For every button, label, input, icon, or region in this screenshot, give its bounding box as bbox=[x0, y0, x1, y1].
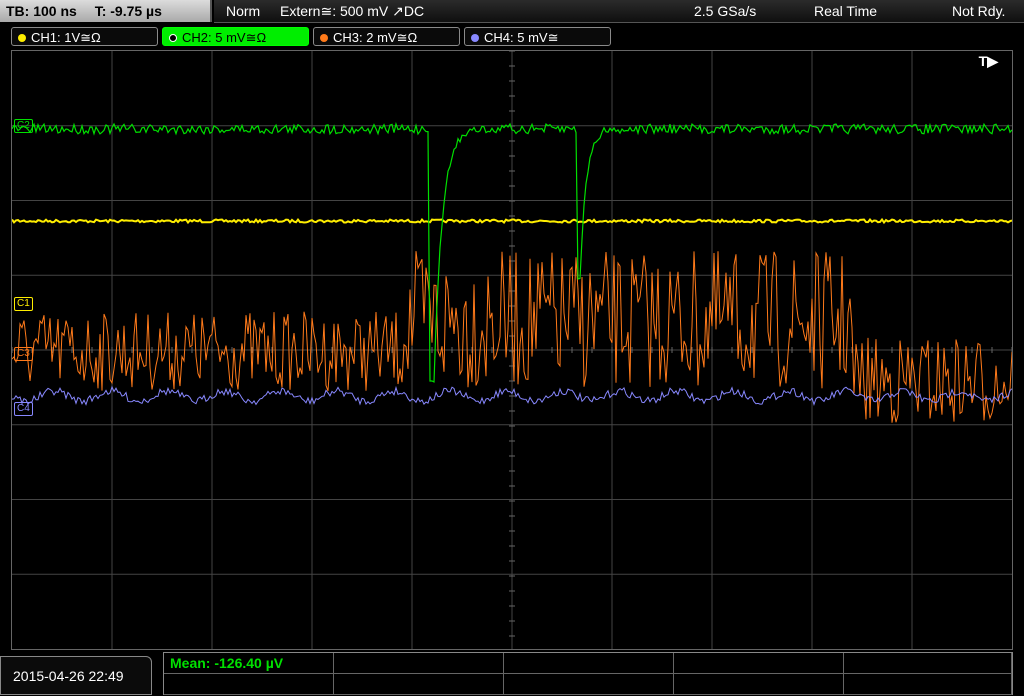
channel-2-dot-icon bbox=[169, 33, 177, 42]
mean-measurement[interactable]: Mean: -126.40 µV bbox=[164, 653, 334, 674]
channel-4-button[interactable]: CH4: 5 mV≅ bbox=[464, 27, 611, 46]
measurement-slot[interactable] bbox=[504, 653, 674, 674]
trigger-time-label: T: -9.75 µs bbox=[94, 3, 162, 19]
waveform-canvas bbox=[12, 51, 1012, 649]
measurement-panel[interactable]: Mean: -126.40 µV bbox=[163, 652, 1013, 695]
channel-4-dot-icon bbox=[471, 33, 479, 42]
channel-3-marker[interactable]: C3 bbox=[14, 347, 33, 361]
trigger-position-icon: T▶ bbox=[978, 53, 998, 69]
date-time: 2015-04-26 22:49 bbox=[0, 656, 152, 695]
bottom-bar: 2015-04-26 22:49 Mean: -126.40 µV bbox=[0, 652, 1024, 695]
measurement-slot[interactable] bbox=[674, 653, 844, 674]
top-bar: TB: 100 ns T: -9.75 µs Norm Extern≅: 500… bbox=[0, 0, 1024, 24]
acquisition-mode[interactable]: Real Time bbox=[814, 3, 877, 19]
measurement-slot[interactable] bbox=[334, 653, 504, 674]
timebase-label: TB: 100 ns bbox=[6, 3, 77, 19]
channel-bar: CH1: 1V≅Ω CH2: 5 mV≅Ω CH3: 2 mV≅Ω CH4: 5… bbox=[0, 26, 1024, 48]
trigger-source[interactable]: Extern≅: 500 mV ↗DC bbox=[280, 3, 424, 20]
channel-2-label: CH2: 5 mV≅Ω bbox=[182, 30, 267, 45]
channel-1-label: CH1: 1V≅Ω bbox=[31, 30, 101, 45]
channel-1-marker[interactable]: C1 bbox=[14, 297, 33, 311]
measurement-slot[interactable] bbox=[334, 674, 504, 695]
measurement-slot[interactable] bbox=[164, 674, 334, 695]
measurement-slot[interactable] bbox=[844, 653, 1012, 674]
channel-2-button[interactable]: CH2: 5 mV≅Ω bbox=[162, 27, 309, 46]
channel-1-button[interactable]: CH1: 1V≅Ω bbox=[11, 27, 158, 46]
status-bar: Norm Extern≅: 500 mV ↗DC 2.5 GSa/s Real … bbox=[214, 0, 1024, 23]
trigger-mode[interactable]: Norm bbox=[226, 3, 260, 19]
channel-1-dot-icon bbox=[18, 33, 26, 42]
timebase-box[interactable]: TB: 100 ns T: -9.75 µs bbox=[0, 0, 212, 22]
measurement-slot[interactable] bbox=[504, 674, 674, 695]
channel-4-label: CH4: 5 mV≅ bbox=[484, 30, 559, 45]
measurement-slot[interactable] bbox=[844, 674, 1012, 695]
waveform-display[interactable]: T▶ C2 C1 C3 C4 bbox=[11, 50, 1013, 650]
channel-3-label: CH3: 2 mV≅Ω bbox=[333, 30, 418, 45]
channel-3-dot-icon bbox=[320, 33, 328, 42]
acquisition-state: Not Rdy. bbox=[952, 3, 1006, 19]
measurement-slot[interactable] bbox=[674, 674, 844, 695]
sample-rate[interactable]: 2.5 GSa/s bbox=[694, 3, 756, 19]
channel-2-marker[interactable]: C2 bbox=[14, 119, 33, 133]
channel-3-button[interactable]: CH3: 2 mV≅Ω bbox=[313, 27, 460, 46]
channel-4-marker[interactable]: C4 bbox=[14, 402, 33, 416]
